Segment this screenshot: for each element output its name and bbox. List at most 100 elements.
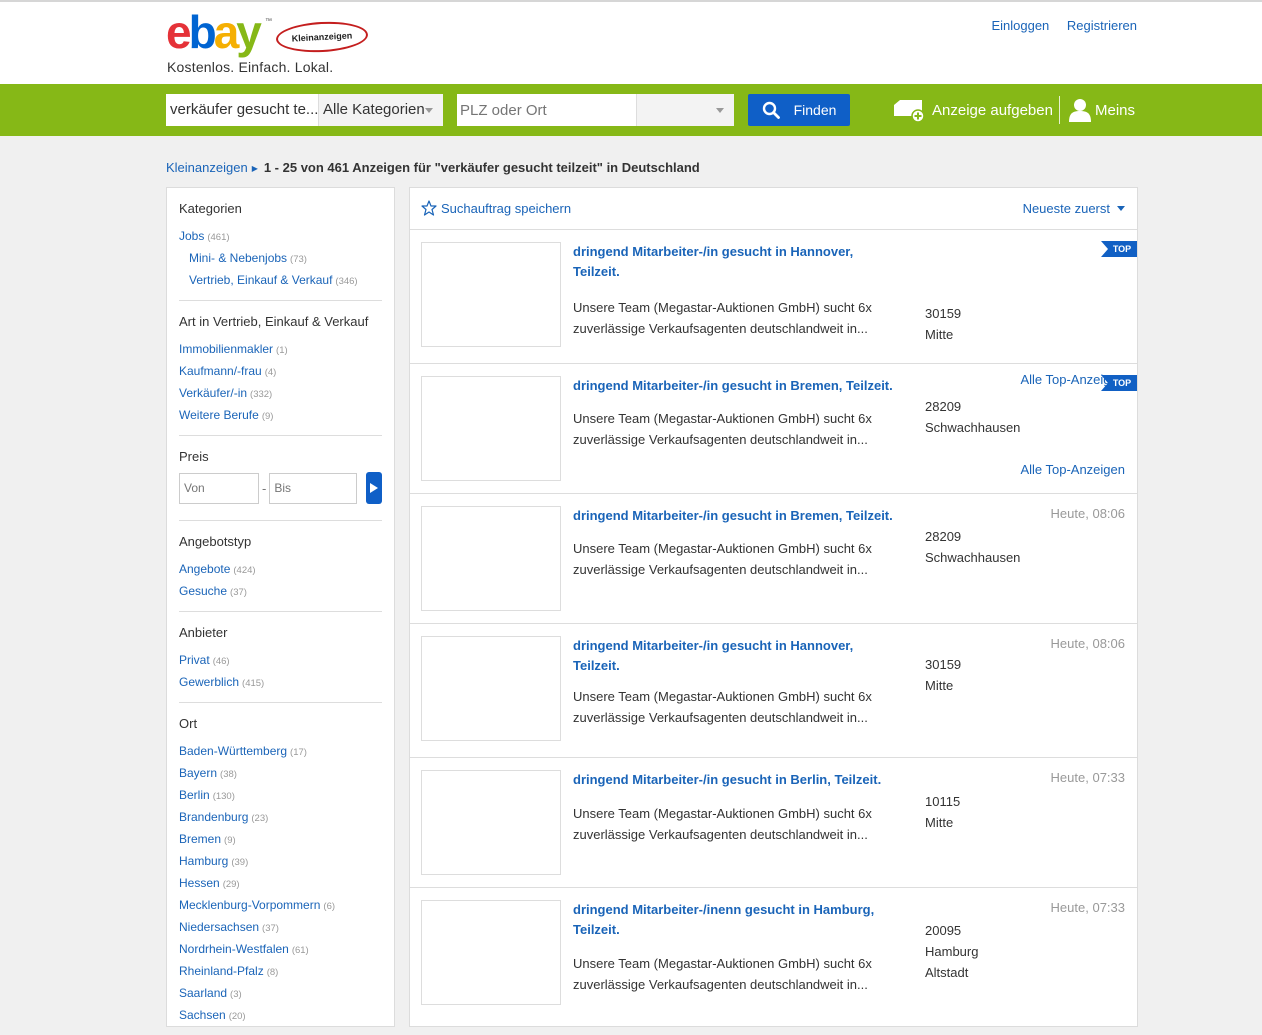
facet-link[interactable]: Kaufmann/-frau [179, 364, 262, 378]
facet-link[interactable]: Immobilienmakler [179, 342, 273, 356]
breadcrumb-arrow-icon: ▶ [251, 164, 258, 174]
ad-district: Schwachhausen [925, 420, 1021, 435]
facet-categories: Kategorien Jobs (461) Mini- & Nebenjobs (7… [179, 188, 382, 301]
ad-title[interactable]: dringend Mitarbeiter-/in gesucht in Berl… [573, 770, 913, 790]
facet-item: Verkäufer/-in (332) [179, 383, 382, 405]
facet-link[interactable]: Gesuche [179, 584, 227, 598]
facet-count: (23) [251, 813, 269, 824]
facet-link[interactable]: Berlin [179, 788, 210, 802]
facet-link[interactable]: Privat [179, 653, 210, 667]
facet-link[interactable]: Mecklenburg-Vorpommern [179, 898, 320, 912]
sort-dropdown[interactable]: Neueste zuerst [1023, 201, 1125, 216]
facet-link[interactable]: Nordrhein-Westfalen [179, 942, 289, 956]
ad-thumbnail[interactable] [421, 770, 561, 875]
ad-thumbnail[interactable] [421, 636, 561, 741]
facet-link[interactable]: Sachsen [179, 1008, 226, 1022]
facet-count: (17) [290, 747, 307, 758]
ad-title[interactable]: dringend Mitarbeiter-/in gesucht in Brem… [573, 506, 913, 526]
facet-item: Gewerblich (415) [179, 672, 382, 694]
save-search-button[interactable]: Suchauftrag speichern [421, 200, 571, 216]
facet-title: Ort [179, 716, 198, 731]
facet-item: Saarland (3) [179, 983, 382, 1005]
ad-item[interactable]: dringend Mitarbeiter-/in gesucht in Brem… [410, 364, 1137, 494]
radius-select[interactable] [636, 94, 734, 126]
search-input[interactable]: verkäufer gesucht te... [166, 94, 318, 126]
find-button[interactable]: Finden [748, 94, 850, 126]
ad-plz: 30159 [925, 306, 962, 321]
category-jobs: Jobs (461) [179, 226, 382, 248]
ad-thumbnail[interactable] [421, 376, 561, 481]
facet-count: (424) [233, 565, 256, 576]
search-bar: verkäufer gesucht te... Alle Kategorien … [0, 84, 1262, 136]
facet-link[interactable]: Rheinland-Pfalz [179, 964, 264, 978]
category-select[interactable]: Alle Kategorien [318, 94, 443, 126]
post-ad-label: Anzeige aufgeben [932, 101, 1053, 119]
ad-title[interactable]: dringend Mitarbeiter-/in gesucht in Hann… [573, 242, 893, 282]
ad-plz: 28209 [925, 529, 962, 544]
facet-count: (37) [230, 587, 247, 598]
price-to-input[interactable] [269, 472, 358, 504]
ad-location: 30159 Mitte [925, 654, 961, 696]
ad-description: Unsere Team (Megastar-Auktionen GmbH) su… [573, 806, 872, 842]
ad-item[interactable]: dringend Mitarbeiter-/in gesucht in Hann… [410, 230, 1137, 387]
site-logo[interactable]: ebay ™ Kleinanzeigen [166, 6, 369, 58]
ad-item[interactable]: dringend Mitarbeiter-/in gesucht in Brem… [410, 494, 1137, 624]
all-top-ads-link[interactable]: Alle Top-Anzeigen [1020, 462, 1125, 477]
ad-thumbnail[interactable] [421, 900, 561, 1005]
ad-description: Unsere Team (Megastar-Auktionen GmbH) su… [573, 300, 872, 336]
facet-link[interactable]: Brandenburg [179, 810, 248, 824]
ad-thumbnail[interactable] [421, 506, 561, 611]
facet-link[interactable]: Saarland [179, 986, 227, 1000]
facet-link[interactable]: Niedersachsen [179, 920, 259, 934]
price-submit-button[interactable] [366, 472, 382, 504]
star-icon [421, 200, 437, 216]
facet-count: (3) [230, 989, 242, 1000]
facet-link[interactable]: Mini- & Nebenjobs [189, 251, 287, 265]
facet-item: Brandenburg (23) [179, 807, 382, 829]
facet-link[interactable]: Angebote [179, 562, 230, 576]
ad-title[interactable]: dringend Mitarbeiter-/in gesucht in Brem… [573, 376, 913, 396]
facet-link[interactable]: Vertrieb, Einkauf & Verkauf [189, 273, 332, 287]
top-badge: TOP [1101, 375, 1137, 391]
facet-link[interactable]: Bayern [179, 766, 217, 780]
facet-item: Mecklenburg-Vorpommern (6) [179, 895, 382, 917]
ad-thumbnail[interactable] [421, 242, 561, 347]
ebay-logo: ebay [166, 6, 262, 58]
post-ad-button[interactable]: Anzeige aufgeben [892, 98, 1053, 122]
ad-plz: 10115 [925, 794, 961, 809]
facet-link[interactable]: Weitere Berufe [179, 408, 259, 422]
ad-item[interactable]: dringend Mitarbeiter-/in gesucht in Berl… [410, 758, 1137, 888]
ad-date: Heute, 07:33 [1050, 900, 1125, 915]
breadcrumb-home[interactable]: Kleinanzeigen [166, 160, 248, 175]
header-divider [1059, 96, 1060, 124]
facet-link[interactable]: Baden-Württemberg [179, 744, 287, 758]
facet-link[interactable]: Gewerblich [179, 675, 239, 689]
location-input[interactable] [457, 94, 636, 126]
play-arrow-icon [370, 483, 379, 493]
ad-title[interactable]: dringend Mitarbeiter-/inenn gesucht in H… [573, 900, 893, 940]
facet-count: (9) [224, 835, 236, 846]
login-link[interactable]: Einloggen [991, 18, 1049, 33]
facet-count: (20) [228, 1011, 246, 1022]
ad-item[interactable]: dringend Mitarbeiter-/inenn gesucht in H… [410, 888, 1137, 1028]
facet-link[interactable]: Bremen [179, 832, 221, 846]
price-from-input[interactable] [179, 472, 259, 504]
facet-link[interactable]: Verkäufer/-in [179, 386, 247, 400]
ad-location: 30159 Mitte [925, 303, 961, 345]
meins-button[interactable]: Meins [1069, 98, 1135, 122]
ad-district-sub: Altstadt [925, 965, 969, 980]
facet-count: (332) [250, 389, 273, 400]
ad-title[interactable]: dringend Mitarbeiter-/in gesucht in Hann… [573, 636, 893, 676]
facet-link[interactable]: Hamburg [179, 854, 228, 868]
ad-location: 28209 Schwachhausen [925, 526, 1020, 568]
facet-count: (346) [335, 276, 358, 287]
register-link[interactable]: Registrieren [1067, 18, 1137, 33]
facet-count: (1) [276, 345, 288, 356]
facet-item: Weitere Berufe (9) [179, 405, 382, 427]
facet-item: Sachsen (20) [179, 1005, 382, 1027]
facet-link[interactable]: Jobs [179, 229, 204, 243]
ad-item[interactable]: dringend Mitarbeiter-/in gesucht in Hann… [410, 624, 1137, 758]
top-badge: TOP [1101, 241, 1137, 257]
trademark: ™ [265, 18, 272, 25]
facet-link[interactable]: Hessen [179, 876, 220, 890]
